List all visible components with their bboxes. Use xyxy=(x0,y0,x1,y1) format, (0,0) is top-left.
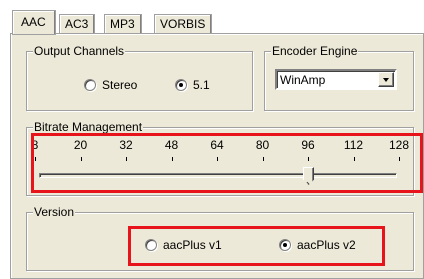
slider-tick-label: 8 xyxy=(31,138,39,152)
aac-tab-panel: Output Channels Stereo 5.1 Encoder Engin… xyxy=(10,33,424,279)
tab-aac[interactable]: AAC xyxy=(12,10,56,35)
slider-tick-label: 80 xyxy=(255,138,270,152)
radio-button-checked-icon[interactable] xyxy=(175,79,187,91)
stereo-label: Stereo xyxy=(102,78,138,92)
surround-51-radio[interactable]: 5.1 xyxy=(175,78,210,92)
tab-control: AAC AC3 MP3 VORBIS Output Channels Stere… xyxy=(0,0,424,279)
tab-label: MP3 xyxy=(110,17,135,31)
output-channels-group: Output Channels Stereo 5.1 xyxy=(26,44,253,111)
slider-tick-mark xyxy=(308,157,309,161)
tab-label: AAC xyxy=(21,15,46,29)
slider-thumb[interactable] xyxy=(303,167,314,185)
radio-button-icon[interactable] xyxy=(145,239,157,251)
aacplus-v2-radio[interactable]: aacPlus v2 xyxy=(279,238,356,252)
radio-button-checked-icon[interactable] xyxy=(279,239,291,251)
encoder-engine-select[interactable]: WinAmp xyxy=(275,69,397,90)
aacplus-v1-radio[interactable]: aacPlus v1 xyxy=(145,238,222,252)
slider-tick-mark xyxy=(353,157,355,161)
encoder-engine-value: WinAmp xyxy=(280,73,326,87)
aacplus-v2-label: aacPlus v2 xyxy=(297,238,356,252)
bitrate-slider[interactable]: 8 20 32 48 64 80 96 112 128 xyxy=(32,138,409,188)
version-group: Version aacPlus v1 aacPlus v2 xyxy=(26,205,414,271)
bitrate-management-title: Bitrate Management xyxy=(33,120,144,134)
slider-tick-mark xyxy=(80,157,82,161)
slider-tick-label: 48 xyxy=(164,138,179,152)
tab-label: VORBIS xyxy=(160,17,206,31)
slider-tick-label: 64 xyxy=(210,138,224,152)
encoder-engine-title: Encoder Engine xyxy=(271,44,359,58)
slider-tick-label: 32 xyxy=(119,138,133,152)
version-title: Version xyxy=(33,205,76,219)
slider-tick-mark xyxy=(262,157,264,161)
slider-tick-label: 128 xyxy=(388,138,410,152)
radio-button-icon[interactable] xyxy=(84,79,96,91)
slider-tick-mark xyxy=(35,157,36,161)
slider-tick-mark xyxy=(171,157,173,161)
tab-vorbis[interactable]: VORBIS xyxy=(154,14,213,34)
encoder-engine-group: Encoder Engine WinAmp xyxy=(264,44,414,111)
tab-ac3[interactable]: AC3 xyxy=(59,14,96,34)
slider-tick-label: 112 xyxy=(343,138,364,152)
stereo-radio[interactable]: Stereo xyxy=(84,78,137,92)
slider-tick-mark xyxy=(399,157,400,161)
tab-label: AC3 xyxy=(65,17,89,31)
slider-tick-mark xyxy=(126,157,127,161)
tab-mp3[interactable]: MP3 xyxy=(104,14,142,34)
surround-51-label: 5.1 xyxy=(193,78,210,92)
chevron-down-icon[interactable] xyxy=(378,72,394,87)
bitrate-management-group: Bitrate Management 8 20 32 48 64 80 96 112 128 xyxy=(26,120,414,196)
slider-tick-label: 96 xyxy=(301,138,315,152)
output-channels-title: Output Channels xyxy=(33,44,126,58)
slider-tick-label: 20 xyxy=(73,138,88,152)
slider-tick-mark xyxy=(217,157,218,161)
slider-track[interactable] xyxy=(39,173,397,178)
aacplus-v1-label: aacPlus v1 xyxy=(163,238,222,252)
